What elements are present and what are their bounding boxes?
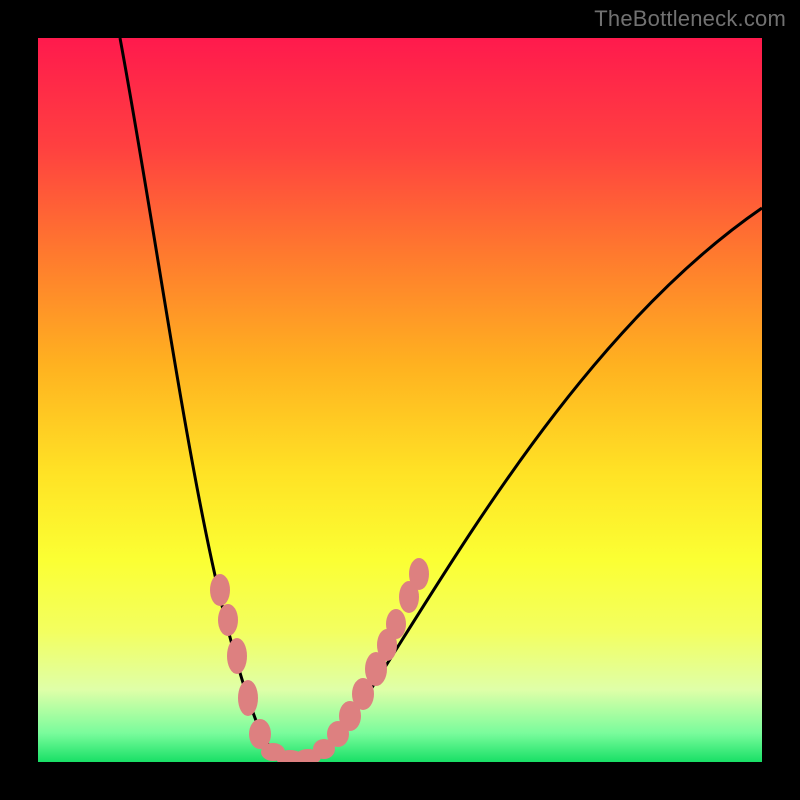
curve-marker — [238, 680, 258, 716]
curve-marker — [409, 558, 429, 590]
curve-marker — [218, 604, 238, 636]
chart-svg — [38, 38, 762, 762]
curve-marker — [227, 638, 247, 674]
watermark-text: TheBottleneck.com — [594, 6, 786, 32]
curve-marker — [386, 609, 406, 639]
marker-group — [210, 558, 429, 762]
chart-frame: TheBottleneck.com — [0, 0, 800, 800]
curve-marker — [210, 574, 230, 606]
v-curve — [120, 38, 762, 762]
plot-area — [38, 38, 762, 762]
